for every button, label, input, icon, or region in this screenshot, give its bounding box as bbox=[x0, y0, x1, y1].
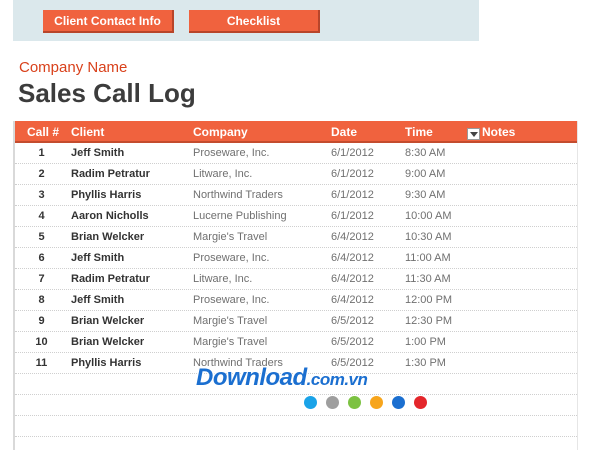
table-row[interactable]: 9 Brian Welcker Margie's Travel 6/5/2012 12:… bbox=[15, 311, 577, 332]
date-cell[interactable]: 6/1/2012 bbox=[331, 147, 374, 159]
call-number-cell[interactable]: 4 bbox=[15, 210, 68, 222]
table-row[interactable]: 8 Jeff Smith Proseware, Inc. 6/4/2012 12:00 … bbox=[15, 290, 577, 311]
client-cell[interactable]: Jeff Smith bbox=[71, 252, 124, 264]
company-cell[interactable]: Litware, Inc. bbox=[193, 168, 252, 180]
nav-band: Client Contact Info Checklist bbox=[13, 0, 479, 41]
watermark-dot bbox=[392, 396, 405, 409]
call-number-cell[interactable]: 7 bbox=[15, 273, 68, 285]
client-cell[interactable]: Aaron Nicholls bbox=[71, 210, 149, 222]
column-header-time[interactable]: Time bbox=[405, 125, 433, 139]
call-number-cell[interactable]: 8 bbox=[15, 294, 68, 306]
time-cell[interactable]: 1:30 PM bbox=[405, 357, 446, 369]
call-number-cell[interactable]: 3 bbox=[15, 189, 68, 201]
date-cell[interactable]: 6/1/2012 bbox=[331, 210, 374, 222]
watermark-dot bbox=[370, 396, 383, 409]
company-cell[interactable]: Proseware, Inc. bbox=[193, 294, 269, 306]
date-cell[interactable]: 6/4/2012 bbox=[331, 231, 374, 243]
company-cell[interactable]: Proseware, Inc. bbox=[193, 252, 269, 264]
time-cell[interactable]: 1:00 PM bbox=[405, 336, 446, 348]
watermark-dot bbox=[326, 396, 339, 409]
company-cell[interactable]: Margie's Travel bbox=[193, 315, 267, 327]
table-row[interactable]: 2 Radim Petratur Litware, Inc. 6/1/2012 9:00… bbox=[15, 164, 577, 185]
time-cell[interactable]: 10:00 AM bbox=[405, 210, 451, 222]
watermark-dot bbox=[304, 396, 317, 409]
table-row[interactable]: 4 Aaron Nicholls Lucerne Publishing 6/1/201… bbox=[15, 206, 577, 227]
call-number-cell[interactable]: 2 bbox=[15, 168, 68, 180]
date-cell[interactable]: 6/4/2012 bbox=[331, 273, 374, 285]
date-cell[interactable]: 6/4/2012 bbox=[331, 252, 374, 264]
watermark-dot bbox=[414, 396, 427, 409]
call-number-cell[interactable]: 6 bbox=[15, 252, 68, 264]
date-cell[interactable]: 6/1/2012 bbox=[331, 168, 374, 180]
client-cell[interactable]: Radim Petratur bbox=[71, 168, 150, 180]
table-row[interactable] bbox=[15, 416, 577, 437]
company-cell[interactable]: Margie's Travel bbox=[193, 336, 267, 348]
company-name[interactable]: Company Name bbox=[19, 59, 127, 76]
client-cell[interactable]: Radim Petratur bbox=[71, 273, 150, 285]
watermark-logo: Download.com.vn bbox=[196, 364, 368, 392]
client-contact-info-button[interactable]: Client Contact Info bbox=[43, 10, 174, 33]
call-number-cell[interactable]: 10 bbox=[15, 336, 68, 348]
time-cell[interactable]: 11:30 AM bbox=[405, 273, 451, 285]
dropdown-arrow-icon[interactable] bbox=[467, 128, 480, 140]
client-cell[interactable]: Brian Welcker bbox=[71, 315, 144, 327]
company-cell[interactable]: Margie's Travel bbox=[193, 231, 267, 243]
time-cell[interactable]: 8:30 AM bbox=[405, 147, 445, 159]
company-cell[interactable]: Litware, Inc. bbox=[193, 273, 252, 285]
call-number-cell[interactable]: 1 bbox=[15, 147, 68, 159]
call-number-cell[interactable]: 11 bbox=[15, 357, 68, 369]
column-header-company[interactable]: Company bbox=[193, 125, 248, 139]
table-row[interactable] bbox=[15, 395, 577, 416]
client-cell[interactable]: Phyllis Harris bbox=[71, 357, 141, 369]
table-row[interactable]: 5 Brian Welcker Margie's Travel 6/4/2012 10:… bbox=[15, 227, 577, 248]
page-title: Sales Call Log bbox=[18, 78, 196, 108]
date-cell[interactable]: 6/5/2012 bbox=[331, 336, 374, 348]
table-header: Call # Client Company Date Time Notes bbox=[15, 121, 577, 143]
call-number-cell[interactable]: 9 bbox=[15, 315, 68, 327]
client-cell[interactable]: Brian Welcker bbox=[71, 231, 144, 243]
date-cell[interactable]: 6/4/2012 bbox=[331, 294, 374, 306]
watermark-dots bbox=[304, 396, 434, 410]
time-cell[interactable]: 9:30 AM bbox=[405, 189, 445, 201]
table-row[interactable]: 1 Jeff Smith Proseware, Inc. 6/1/2012 8:30 A… bbox=[15, 143, 577, 164]
watermark-dot bbox=[348, 396, 361, 409]
company-cell[interactable]: Lucerne Publishing bbox=[193, 210, 287, 222]
column-header-call-number[interactable]: Call # bbox=[27, 125, 59, 139]
column-header-notes[interactable]: Notes bbox=[482, 125, 515, 139]
time-cell[interactable]: 10:30 AM bbox=[405, 231, 451, 243]
company-cell[interactable]: Proseware, Inc. bbox=[193, 147, 269, 159]
company-cell[interactable]: Northwind Traders bbox=[193, 189, 283, 201]
watermark-suffix: .com.vn bbox=[306, 370, 368, 389]
client-cell[interactable]: Jeff Smith bbox=[71, 147, 124, 159]
time-cell[interactable]: 12:00 PM bbox=[405, 294, 452, 306]
client-cell[interactable]: Phyllis Harris bbox=[71, 189, 141, 201]
client-cell[interactable]: Jeff Smith bbox=[71, 294, 124, 306]
client-cell[interactable]: Brian Welcker bbox=[71, 336, 144, 348]
table-row[interactable]: 6 Jeff Smith Proseware, Inc. 6/4/2012 11:00 … bbox=[15, 248, 577, 269]
column-header-client[interactable]: Client bbox=[71, 125, 104, 139]
table-row[interactable]: 3 Phyllis Harris Northwind Traders 6/1/2012… bbox=[15, 185, 577, 206]
date-cell[interactable]: 6/1/2012 bbox=[331, 189, 374, 201]
watermark-text: Download bbox=[196, 364, 307, 391]
table-row[interactable] bbox=[15, 437, 577, 450]
column-header-date[interactable]: Date bbox=[331, 125, 357, 139]
time-cell[interactable]: 11:00 AM bbox=[405, 252, 451, 264]
date-cell[interactable]: 6/5/2012 bbox=[331, 315, 374, 327]
call-number-cell[interactable]: 5 bbox=[15, 231, 68, 243]
table-row[interactable]: 10 Brian Welcker Margie's Travel 6/5/2012 1:… bbox=[15, 332, 577, 353]
table-row[interactable]: 7 Radim Petratur Litware, Inc. 6/4/2012 11:3… bbox=[15, 269, 577, 290]
call-log-table: Call # Client Company Date Time Notes 1J… bbox=[13, 121, 578, 450]
time-cell[interactable]: 9:00 AM bbox=[405, 168, 445, 180]
time-cell[interactable]: 12:30 PM bbox=[405, 315, 452, 327]
checklist-button[interactable]: Checklist bbox=[189, 10, 320, 33]
